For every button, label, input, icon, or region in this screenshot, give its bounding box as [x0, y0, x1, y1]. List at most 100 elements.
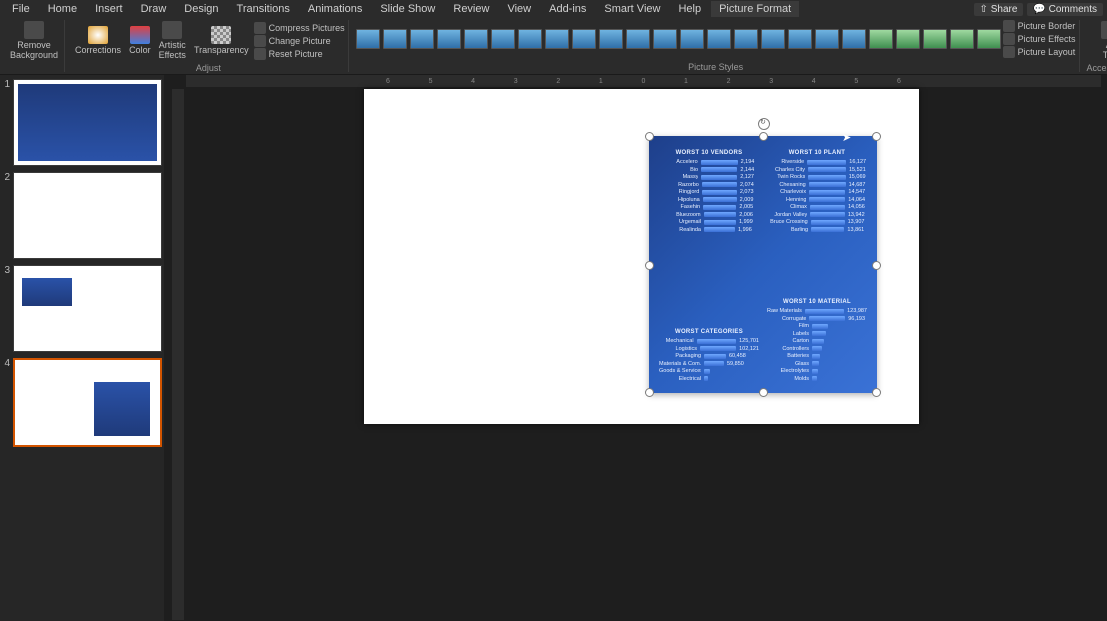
- resize-handle-tl[interactable]: [645, 132, 654, 141]
- picture-border-button[interactable]: Picture Border: [1003, 20, 1076, 32]
- share-icon: ⇧: [980, 4, 988, 15]
- ribbon: Remove Background Corrections Color Arti…: [0, 18, 1107, 75]
- picture-styles-label: Picture Styles: [688, 62, 743, 72]
- artistic-label: Artistic Effects: [159, 40, 186, 60]
- selected-picture[interactable]: WORST 10 VENDORSAccelero2,194Bio2,144Mas…: [649, 136, 877, 393]
- slide-canvas[interactable]: WORST 10 VENDORSAccelero2,194Bio2,144Mas…: [364, 89, 919, 424]
- menu-tabs: FileHomeInsertDrawDesignTransitionsAnima…: [0, 0, 1107, 18]
- remove-bg-label: Remove Background: [10, 40, 58, 60]
- change-picture-button[interactable]: Change Picture: [254, 35, 345, 47]
- picture-style-21[interactable]: [923, 29, 947, 49]
- compress-icon: [254, 22, 266, 34]
- picture-style-15[interactable]: [761, 29, 785, 49]
- picture-style-1[interactable]: [383, 29, 407, 49]
- corrections-button[interactable]: Corrections: [72, 25, 124, 56]
- thumb-3[interactable]: [13, 265, 162, 352]
- panel-worst-categories: WORST CATEGORIESMechanical125,701Logisti…: [659, 329, 759, 383]
- picture-style-23[interactable]: [977, 29, 1001, 49]
- thumb-2[interactable]: [13, 172, 162, 259]
- alt-text-button[interactable]: Alt Text: [1098, 20, 1107, 61]
- tab-picture-format[interactable]: Picture Format: [711, 1, 799, 17]
- picture-style-11[interactable]: [653, 29, 677, 49]
- mouse-cursor: ➤: [842, 131, 851, 144]
- picture-style-16[interactable]: [788, 29, 812, 49]
- picture-effects-button[interactable]: Picture Effects: [1003, 33, 1076, 45]
- tab-insert[interactable]: Insert: [87, 1, 131, 17]
- tab-add-ins[interactable]: Add-ins: [541, 1, 594, 17]
- thumb-1[interactable]: [13, 79, 162, 166]
- picture-style-5[interactable]: [491, 29, 515, 49]
- remove-background-button[interactable]: Remove Background: [7, 20, 61, 61]
- picture-styles-gallery[interactable]: [356, 29, 1001, 49]
- vertical-ruler: [172, 89, 184, 620]
- rotation-handle[interactable]: [758, 118, 770, 130]
- compress-pictures-button[interactable]: Compress Pictures: [254, 22, 345, 34]
- picture-style-19[interactable]: [869, 29, 893, 49]
- slide-thumbnails[interactable]: 1 2 3 4: [0, 75, 164, 621]
- group-adjust: Corrections Color Artistic Effects Trans…: [69, 20, 349, 72]
- picture-style-12[interactable]: [680, 29, 704, 49]
- share-button[interactable]: ⇧ Share: [974, 3, 1024, 16]
- resize-handle-b[interactable]: [759, 388, 768, 397]
- picture-style-14[interactable]: [734, 29, 758, 49]
- picture-style-10[interactable]: [626, 29, 650, 49]
- resize-handle-tr[interactable]: [872, 132, 881, 141]
- alt-text-label: Alt Text: [1103, 40, 1107, 60]
- panel-worst-material: WORST 10 MATERIALRaw Materials123,987Cor…: [767, 299, 867, 383]
- main-area: 1 2 3 4 6543210123456 WORST 10 VENDORSAc…: [0, 75, 1107, 621]
- transparency-label: Transparency: [194, 45, 249, 55]
- resize-handle-br[interactable]: [872, 388, 881, 397]
- reset-picture-icon: [254, 48, 266, 60]
- color-button[interactable]: Color: [126, 25, 154, 56]
- share-label: Share: [991, 4, 1018, 15]
- picture-style-4[interactable]: [464, 29, 488, 49]
- comments-icon: 💬: [1033, 4, 1045, 15]
- picture-style-6[interactable]: [518, 29, 542, 49]
- resize-handle-r[interactable]: [872, 261, 881, 270]
- picture-style-18[interactable]: [842, 29, 866, 49]
- transparency-button[interactable]: Transparency: [191, 25, 252, 56]
- tab-review[interactable]: Review: [445, 1, 497, 17]
- resize-handle-t[interactable]: [759, 132, 768, 141]
- border-icon: [1003, 20, 1015, 32]
- panel-worst-plant: WORST 10 PLANTRiverside16,127Charles Cit…: [767, 150, 867, 234]
- tab-animations[interactable]: Animations: [300, 1, 370, 17]
- tab-file[interactable]: File: [4, 1, 38, 17]
- resize-handle-l[interactable]: [645, 261, 654, 270]
- tab-smart-view[interactable]: Smart View: [596, 1, 668, 17]
- picture-style-17[interactable]: [815, 29, 839, 49]
- group-picture-styles: Picture Border Picture Effects Picture L…: [353, 20, 1080, 72]
- tab-help[interactable]: Help: [670, 1, 709, 17]
- resize-handle-bl[interactable]: [645, 388, 654, 397]
- picture-style-3[interactable]: [437, 29, 461, 49]
- picture-layout-button[interactable]: Picture Layout: [1003, 46, 1076, 58]
- tab-transitions[interactable]: Transitions: [229, 1, 298, 17]
- artistic-effects-button[interactable]: Artistic Effects: [156, 20, 189, 61]
- corrections-label: Corrections: [75, 45, 121, 55]
- group-accessibility: Alt Text Accessibility: [1084, 20, 1107, 72]
- picture-style-8[interactable]: [572, 29, 596, 49]
- alt-text-icon: [1101, 21, 1107, 39]
- color-label: Color: [129, 45, 151, 55]
- picture-style-9[interactable]: [599, 29, 623, 49]
- picture-style-22[interactable]: [950, 29, 974, 49]
- picture-style-2[interactable]: [410, 29, 434, 49]
- picture-style-13[interactable]: [707, 29, 731, 49]
- tab-view[interactable]: View: [499, 1, 539, 17]
- comments-button[interactable]: 💬 Comments: [1027, 3, 1103, 16]
- reset-picture-button[interactable]: Reset Picture: [254, 48, 345, 60]
- tab-home[interactable]: Home: [40, 1, 85, 17]
- picture-style-0[interactable]: [356, 29, 380, 49]
- remove-bg-icon: [24, 21, 44, 39]
- tab-slide-show[interactable]: Slide Show: [372, 1, 443, 17]
- tab-draw[interactable]: Draw: [133, 1, 175, 17]
- picture-style-7[interactable]: [545, 29, 569, 49]
- artistic-icon: [162, 21, 182, 39]
- layout-icon: [1003, 46, 1015, 58]
- thumb-4[interactable]: [13, 358, 162, 447]
- picture-style-20[interactable]: [896, 29, 920, 49]
- change-picture-icon: [254, 35, 266, 47]
- tab-design[interactable]: Design: [176, 1, 226, 17]
- effects-icon: [1003, 33, 1015, 45]
- slide-stage[interactable]: 6543210123456 WORST 10 VENDORSAccelero2,…: [164, 75, 1107, 621]
